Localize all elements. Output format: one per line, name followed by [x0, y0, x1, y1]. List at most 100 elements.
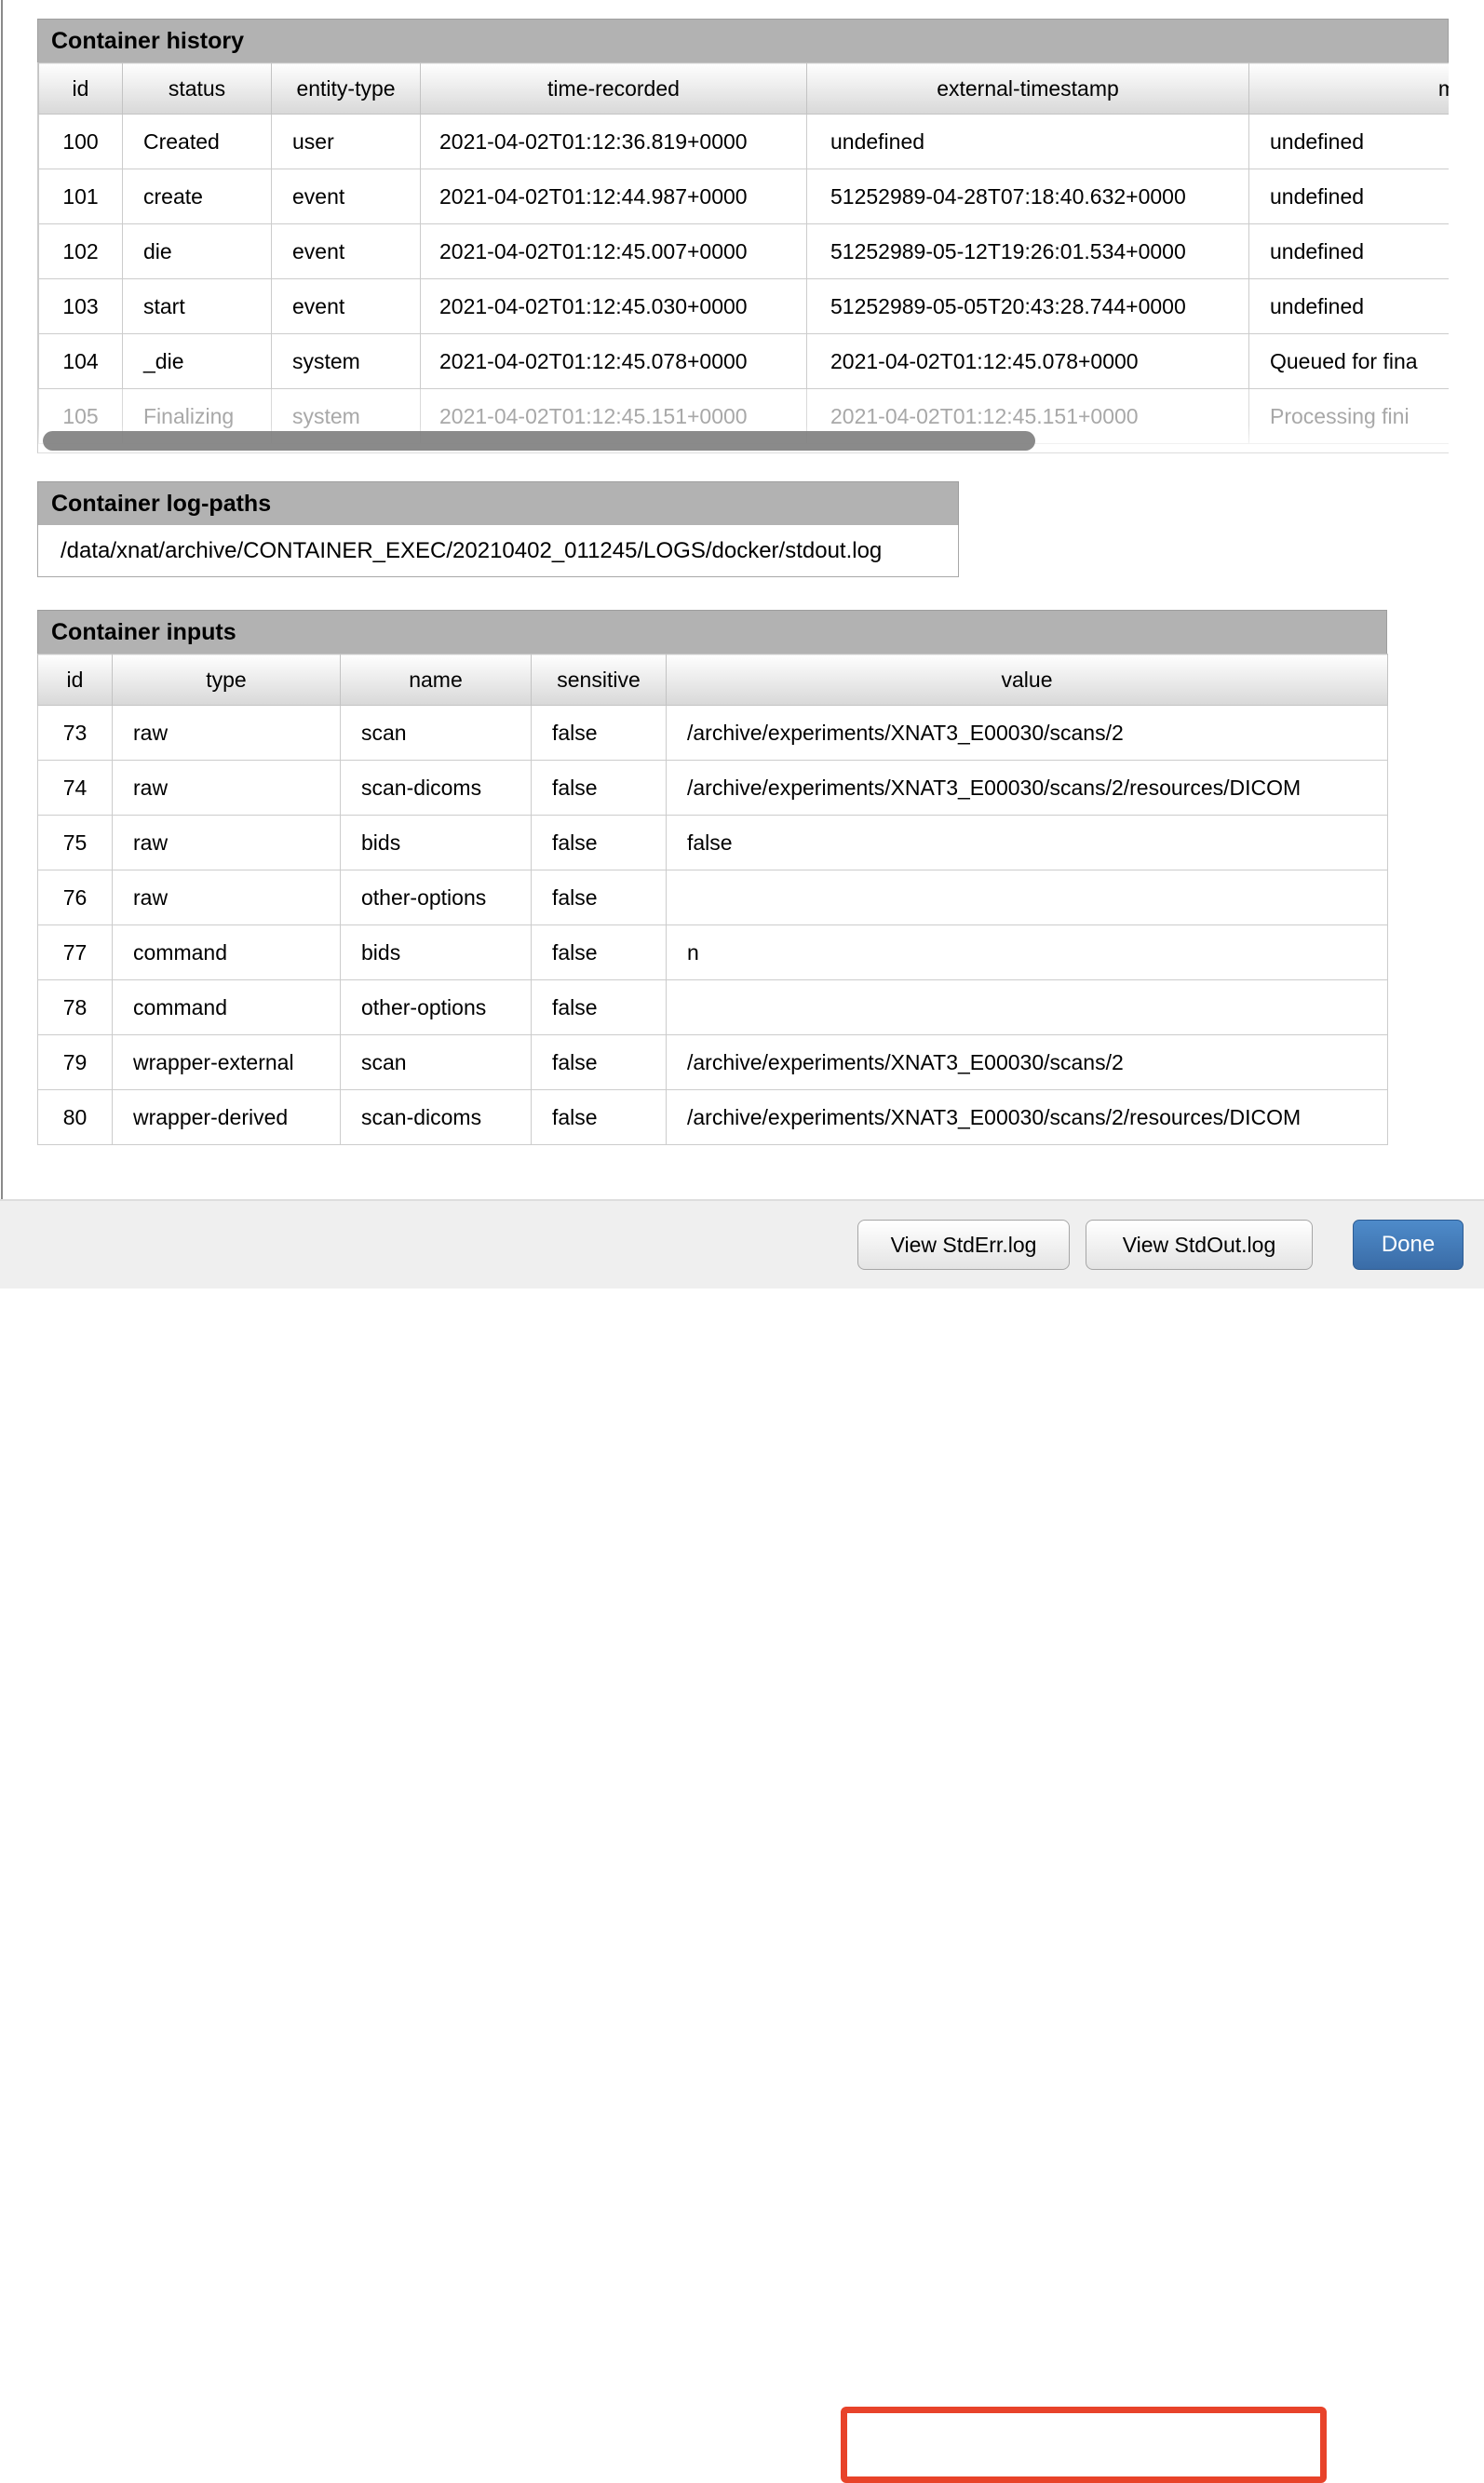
table-cell: command [113, 925, 341, 980]
table-cell: 2021-04-02T01:12:45.030+0000 [421, 279, 807, 334]
table-cell: /archive/experiments/XNAT3_E00030/scans/… [667, 706, 1388, 761]
table-cell: event [272, 279, 421, 334]
table-cell: undefined [1249, 224, 1450, 279]
view-stdout-button[interactable]: View StdOut.log [1086, 1220, 1313, 1270]
table-cell: raw [113, 870, 341, 925]
table-row: 76rawother-optionsfalse [38, 870, 1388, 925]
table-cell: 75 [38, 816, 113, 870]
container-details-dialog: { "history": { "title": "Container histo… [0, 0, 1484, 1289]
table-cell: scan [341, 1035, 532, 1090]
column-header: id [39, 63, 123, 115]
table-cell: 76 [38, 870, 113, 925]
table-cell: other-options [341, 980, 532, 1035]
table-cell: 103 [39, 279, 123, 334]
table-cell: scan [341, 706, 532, 761]
log-path-row: /data/xnat/archive/CONTAINER_EXEC/202104… [37, 525, 959, 577]
table-cell: false [532, 870, 667, 925]
table-cell: _die [123, 334, 272, 389]
column-header: status [123, 63, 272, 115]
container-history-section: Container history idstatusentity-typetim… [37, 19, 1449, 453]
table-cell: 102 [39, 224, 123, 279]
table-cell: bids [341, 925, 532, 980]
table-cell: /archive/experiments/XNAT3_E00030/scans/… [667, 1090, 1388, 1145]
table-cell: 80 [38, 1090, 113, 1145]
table-cell: wrapper-derived [113, 1090, 341, 1145]
column-header: sensitive [532, 654, 667, 706]
view-stderr-button[interactable]: View StdErr.log [857, 1220, 1070, 1270]
highlight-annotation-box [841, 2407, 1327, 2483]
table-cell [667, 980, 1388, 1035]
window-left-edge [1, 0, 3, 1199]
table-cell: false [532, 1090, 667, 1145]
column-header: type [113, 654, 341, 706]
table-cell: 2021-04-02T01:12:45.078+0000 [421, 334, 807, 389]
table-row: 101createevent2021-04-02T01:12:44.987+00… [39, 169, 1450, 224]
column-header: name [341, 654, 532, 706]
table-row: 103startevent2021-04-02T01:12:45.030+000… [39, 279, 1450, 334]
table-cell: 2021-04-02T01:12:36.819+0000 [421, 115, 807, 169]
table-cell: command [113, 980, 341, 1035]
container-inputs-section: Container inputs idtypenamesensitivevalu… [37, 610, 1387, 1145]
table-cell: 104 [39, 334, 123, 389]
container-log-paths-section: Container log-paths /data/xnat/archive/C… [37, 481, 959, 577]
table-cell: 78 [38, 980, 113, 1035]
table-cell: undefined [807, 115, 1249, 169]
table-cell: /archive/experiments/XNAT3_E00030/scans/… [667, 1035, 1388, 1090]
table-row: 100Createduser2021-04-02T01:12:36.819+00… [39, 115, 1450, 169]
table-cell: raw [113, 816, 341, 870]
table-cell: false [532, 761, 667, 816]
table-cell: 79 [38, 1035, 113, 1090]
table-cell: wrapper-external [113, 1035, 341, 1090]
log-path-value: /data/xnat/archive/CONTAINER_EXEC/202104… [61, 538, 882, 564]
table-cell: false [532, 925, 667, 980]
table-cell: 51252989-05-12T19:26:01.534+0000 [807, 224, 1249, 279]
table-cell: create [123, 169, 272, 224]
table-cell: undefined [1249, 115, 1450, 169]
table-cell: 73 [38, 706, 113, 761]
column-header: message [1249, 63, 1450, 115]
table-cell: system [272, 334, 421, 389]
table-row: 79wrapper-externalscanfalse/archive/expe… [38, 1035, 1388, 1090]
table-cell: raw [113, 761, 341, 816]
table-cell: false [667, 816, 1388, 870]
horizontal-scrollbar-thumb[interactable] [43, 431, 1035, 451]
table-cell: 77 [38, 925, 113, 980]
table-cell: n [667, 925, 1388, 980]
table-cell: 2021-04-02T01:12:45.078+0000 [807, 334, 1249, 389]
container-history-table: idstatusentity-typetime-recordedexternal… [38, 62, 1449, 444]
table-row: 104_diesystem2021-04-02T01:12:45.078+000… [39, 334, 1450, 389]
column-header: entity-type [272, 63, 421, 115]
done-button[interactable]: Done [1353, 1220, 1464, 1270]
table-cell: bids [341, 816, 532, 870]
table-cell: raw [113, 706, 341, 761]
table-row: 73rawscanfalse/archive/experiments/XNAT3… [38, 706, 1388, 761]
table-cell: false [532, 706, 667, 761]
table-cell: undefined [1249, 279, 1450, 334]
table-cell: Processing fini [1249, 389, 1450, 444]
table-cell: event [272, 169, 421, 224]
container-inputs-title: Container inputs [37, 610, 1387, 654]
table-cell: Queued for fina [1249, 334, 1450, 389]
header-row: idstatusentity-typetime-recordedexternal… [39, 63, 1450, 115]
table-row: 77commandbidsfalsen [38, 925, 1388, 980]
table-row: 102dieevent2021-04-02T01:12:45.007+00005… [39, 224, 1450, 279]
table-cell: 2021-04-02T01:12:45.007+0000 [421, 224, 807, 279]
table-cell: 51252989-04-28T07:18:40.632+0000 [807, 169, 1249, 224]
table-cell: 51252989-05-05T20:43:28.744+0000 [807, 279, 1249, 334]
table-row: 78commandother-optionsfalse [38, 980, 1388, 1035]
table-cell: event [272, 224, 421, 279]
column-header: value [667, 654, 1388, 706]
column-header: id [38, 654, 113, 706]
table-row: 74rawscan-dicomsfalse/archive/experiment… [38, 761, 1388, 816]
table-cell: undefined [1249, 169, 1450, 224]
table-row: 75rawbidsfalsefalse [38, 816, 1388, 870]
table-cell: user [272, 115, 421, 169]
table-cell [667, 870, 1388, 925]
table-cell: /archive/experiments/XNAT3_E00030/scans/… [667, 761, 1388, 816]
table-cell: false [532, 980, 667, 1035]
table-cell: false [532, 816, 667, 870]
column-header: time-recorded [421, 63, 807, 115]
container-log-paths-title: Container log-paths [37, 481, 959, 525]
container-history-title: Container history [37, 19, 1449, 62]
table-row: 80wrapper-derivedscan-dicomsfalse/archiv… [38, 1090, 1388, 1145]
